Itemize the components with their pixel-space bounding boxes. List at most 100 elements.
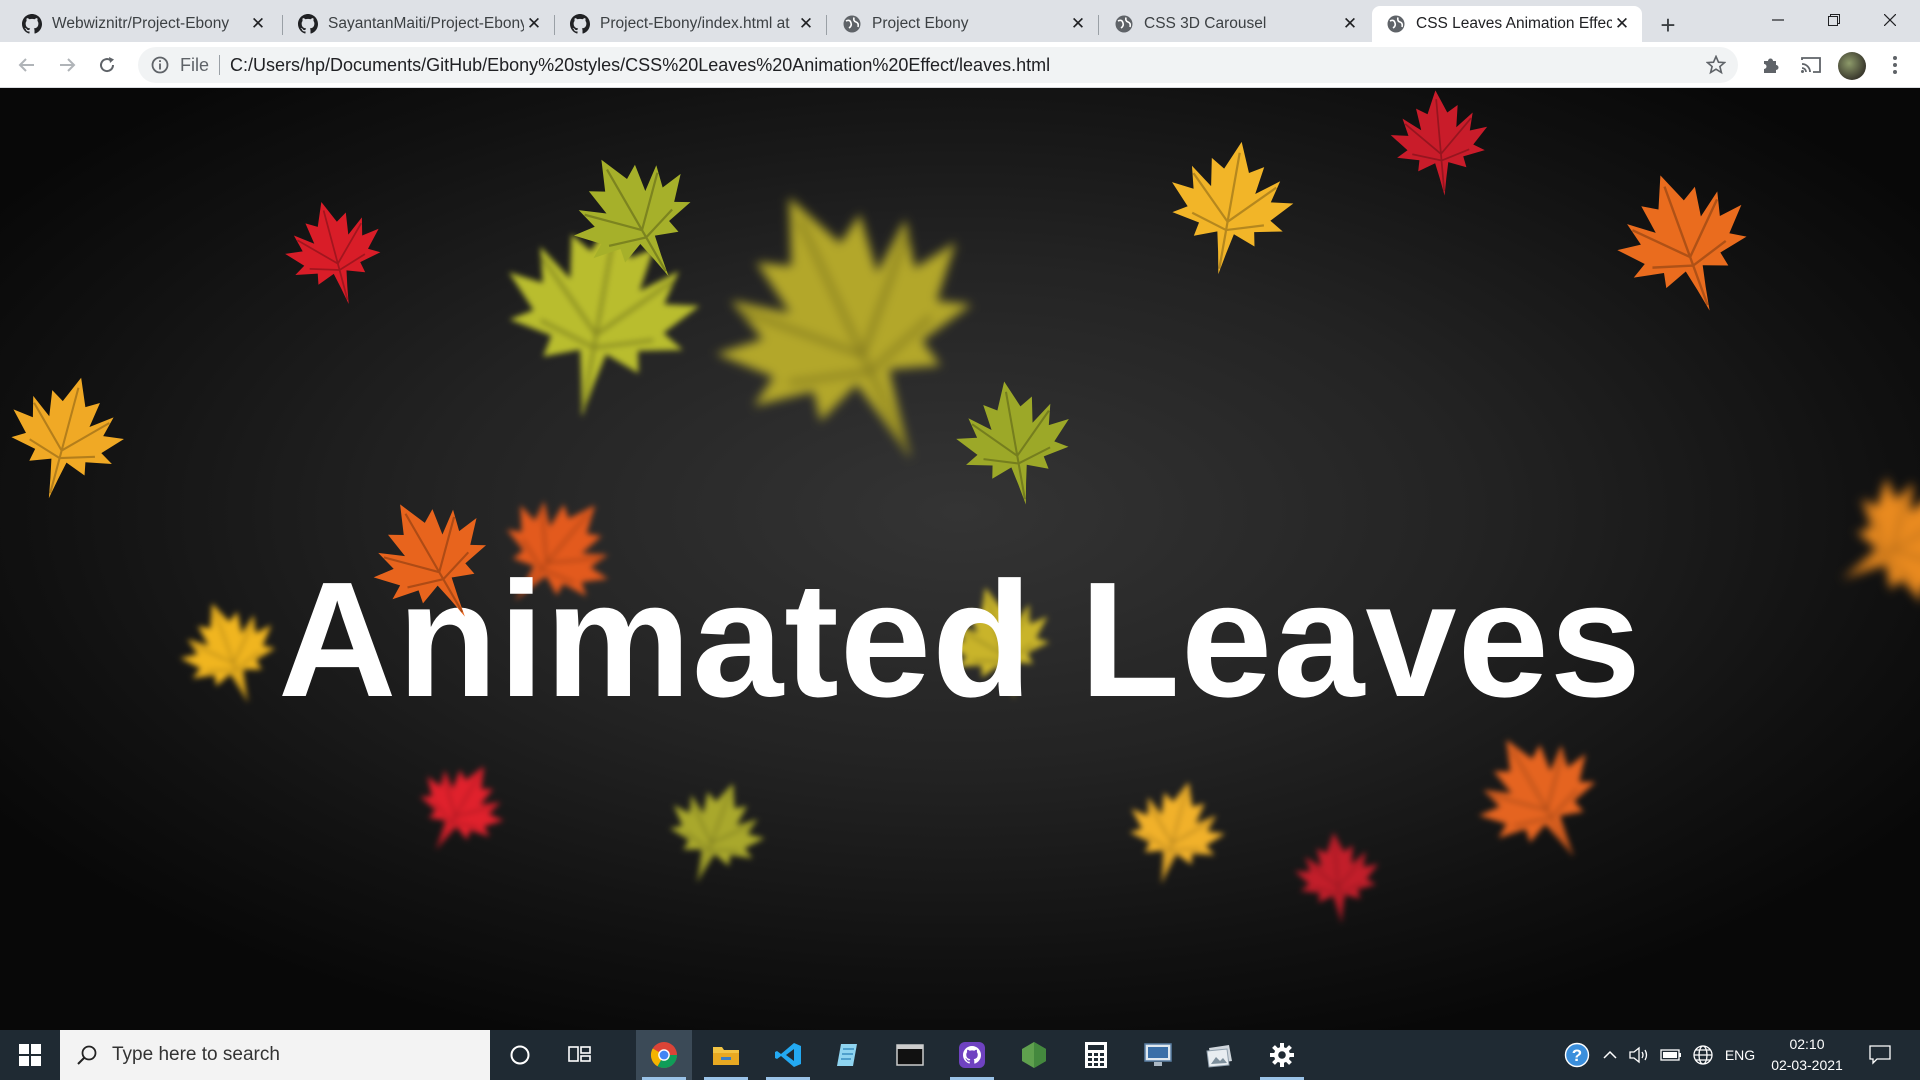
taskbar-remote-desktop[interactable] <box>1130 1030 1186 1080</box>
close-icon[interactable]: ✕ <box>1068 14 1088 34</box>
taskbar-notepad[interactable] <box>820 1030 876 1080</box>
leaf-image <box>1149 127 1311 289</box>
minimize-button[interactable] <box>1750 0 1806 40</box>
cortana-button[interactable] <box>492 1030 548 1080</box>
close-icon[interactable]: ✕ <box>796 14 816 34</box>
tab-title: Project-Ebony/index.html at <box>600 15 790 32</box>
url-text[interactable]: C:/Users/hp/Documents/GitHub/Ebony%20sty… <box>230 55 1050 76</box>
tab-title: Webwiznitr/Project-Ebony <box>52 15 230 32</box>
github-icon <box>298 14 318 34</box>
scheme-label: File <box>180 54 210 75</box>
tab-css-leaves-animation-effect[interactable]: CSS Leaves Animation Effect ✕ <box>1372 6 1642 42</box>
search-icon <box>77 1045 97 1065</box>
notepad-icon <box>837 1044 857 1066</box>
task-view-icon <box>568 1046 591 1062</box>
address-bar[interactable]: File C:/Users/hp/Documents/GitHub/Ebony%… <box>138 47 1738 83</box>
windows-taskbar: Type here to search ? ENG 02:10 02-03-20… <box>0 1030 1920 1080</box>
file-explorer-icon <box>713 1047 739 1065</box>
calculator-icon <box>1085 1042 1107 1068</box>
leaf-image <box>1380 88 1499 203</box>
tab-divider <box>554 15 555 35</box>
close-icon <box>1884 14 1896 26</box>
network-button[interactable] <box>1688 1030 1718 1080</box>
tab-strip: Webwiznitr/Project-Ebony ✕ SayantanMaiti… <box>0 0 1920 42</box>
help-tray-button[interactable]: ? <box>1560 1030 1594 1080</box>
puzzle-icon <box>1764 58 1779 73</box>
system-clock[interactable]: 02:10 02-03-2021 <box>1765 1034 1849 1076</box>
taskbar-calculator[interactable] <box>1068 1030 1124 1080</box>
tab-sayantanmaiti-project-ebony[interactable]: SayantanMaiti/Project-Ebony ✕ <box>284 6 554 42</box>
svg-text:?: ? <box>1572 1046 1582 1065</box>
tab-css-3d-carousel[interactable]: CSS 3D Carousel ✕ <box>1100 6 1370 42</box>
close-window-button[interactable] <box>1862 0 1918 40</box>
bookmark-star-icon[interactable] <box>1704 53 1728 77</box>
extensions-button[interactable] <box>1756 50 1786 80</box>
leaf-image <box>1589 147 1781 339</box>
close-icon[interactable]: ✕ <box>524 14 544 34</box>
leaf-image <box>268 186 403 321</box>
tab-title: Project Ebony <box>872 15 969 32</box>
close-icon[interactable]: ✕ <box>1612 14 1632 34</box>
taskbar-github-desktop[interactable] <box>944 1030 1000 1080</box>
terminal-icon <box>896 1044 924 1066</box>
battery-icon <box>1660 1049 1681 1061</box>
page-headline: Animated Leaves <box>278 548 1642 731</box>
taskbar-chrome[interactable] <box>636 1030 692 1080</box>
show-hidden-icons-button[interactable] <box>1596 1030 1624 1080</box>
leaf-image <box>1108 766 1243 901</box>
profile-avatar[interactable] <box>1838 52 1866 80</box>
back-button[interactable] <box>12 50 42 80</box>
taskbar-search-box[interactable]: Type here to search <box>60 1030 490 1080</box>
reload-icon <box>100 57 115 73</box>
action-center-button[interactable] <box>1860 1030 1900 1080</box>
globe-icon <box>1114 14 1134 34</box>
globe-icon <box>842 14 862 34</box>
language-indicator[interactable]: ENG <box>1718 1030 1762 1080</box>
browser-toolbar: File C:/Users/hp/Documents/GitHub/Ebony%… <box>0 42 1920 88</box>
taskbar-photos[interactable] <box>1192 1030 1248 1080</box>
search-placeholder: Type here to search <box>112 1044 280 1065</box>
taskbar-settings[interactable] <box>1254 1030 1310 1080</box>
close-icon[interactable]: ✕ <box>1340 14 1360 34</box>
speaker-icon <box>1629 1046 1648 1064</box>
cortana-circle-icon <box>510 1045 530 1065</box>
chrome-menu-button[interactable] <box>1880 50 1910 80</box>
settings-icon <box>1270 1043 1294 1067</box>
reload-button[interactable] <box>92 50 122 80</box>
tab-project-ebony-index[interactable]: Project-Ebony/index.html at ✕ <box>556 6 826 42</box>
arrow-right-icon <box>60 58 76 72</box>
notification-icon <box>1869 1045 1891 1065</box>
start-button[interactable] <box>0 1030 60 1080</box>
github-icon <box>570 14 590 34</box>
github-desktop-icon <box>959 1042 985 1068</box>
info-icon[interactable] <box>150 55 170 75</box>
leaf-image <box>392 740 529 877</box>
tab-project-ebony[interactable]: Project Ebony ✕ <box>828 6 1098 42</box>
taskbar-vscode[interactable] <box>760 1030 816 1080</box>
help-icon: ? <box>1564 1042 1590 1068</box>
taskbar-file-explorer[interactable] <box>698 1030 754 1080</box>
leaf-image <box>0 358 145 517</box>
more-vert-icon <box>1893 56 1897 74</box>
tab-webwiznitr-project-ebony[interactable]: Webwiznitr/Project-Ebony ✕ <box>8 6 278 42</box>
task-view-button[interactable] <box>552 1030 608 1080</box>
tab-divider <box>826 15 827 35</box>
restore-icon <box>1828 14 1840 26</box>
cast-icon <box>1801 57 1821 73</box>
taskbar-nodejs[interactable] <box>1006 1030 1062 1080</box>
tab-title: CSS 3D Carousel <box>1144 15 1267 32</box>
windows-logo-icon <box>19 1044 41 1066</box>
restore-button[interactable] <box>1806 0 1862 40</box>
battery-button[interactable] <box>1656 1030 1686 1080</box>
close-icon[interactable]: ✕ <box>248 14 268 34</box>
globe-network-icon <box>1693 1045 1713 1065</box>
github-icon <box>22 14 42 34</box>
address-divider <box>219 55 221 75</box>
volume-button[interactable] <box>1624 1030 1654 1080</box>
forward-button[interactable] <box>52 50 82 80</box>
taskbar-terminal[interactable] <box>882 1030 938 1080</box>
vscode-icon <box>775 1043 801 1067</box>
cast-button[interactable] <box>1796 50 1826 80</box>
new-tab-button[interactable]: + <box>1652 9 1684 41</box>
leaf-image <box>645 763 786 904</box>
